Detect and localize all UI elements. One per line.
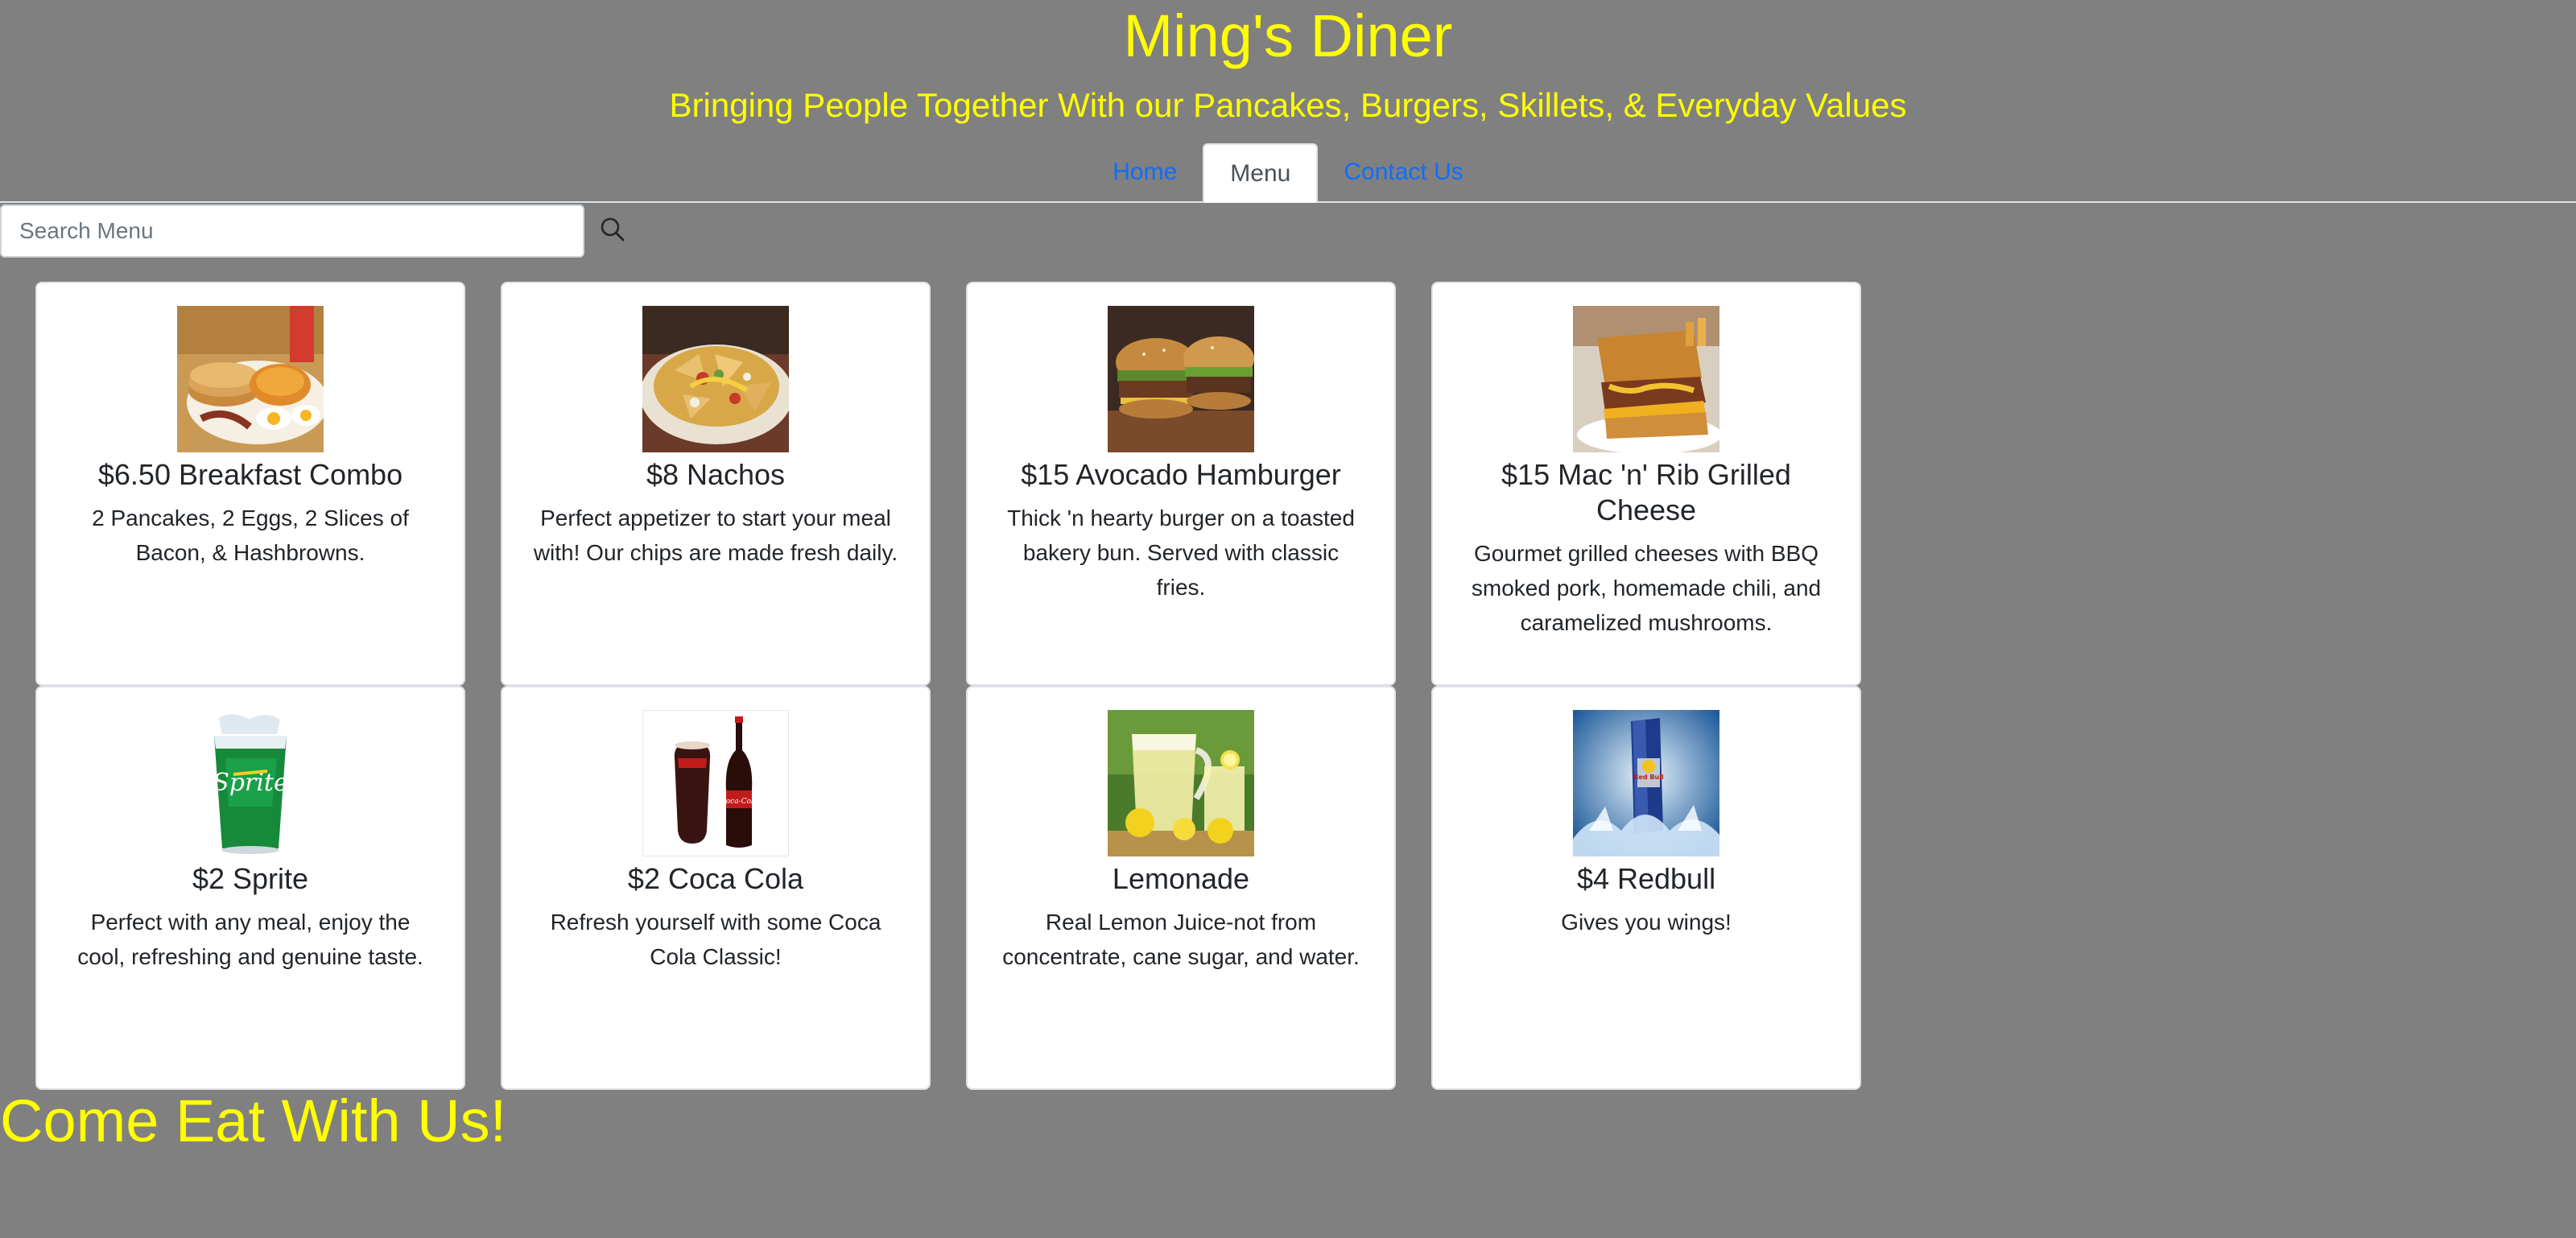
menu-grid: $6.50 Breakfast Combo 2 Pancakes, 2 Eggs…: [35, 282, 1861, 1090]
item-description: Perfect appetizer to start your meal wit…: [533, 506, 898, 565]
item-description: 2 Pancakes, 2 Eggs, 2 Slices of Bacon, &…: [92, 506, 409, 565]
hamburger-image: [1108, 306, 1254, 452]
site-title: Ming's Diner: [1123, 2, 1453, 69]
menu-card[interactable]: $15 Avocado Hamburger Thick 'n hearty bu…: [966, 282, 1396, 686]
coca-cola-image: Coca-Cola: [642, 710, 789, 856]
item-description: Refresh yourself with some Coca Cola Cla…: [550, 910, 881, 969]
footer-heading: Come Eat With Us!: [0, 1087, 507, 1154]
item-description: Gives you wings!: [1561, 910, 1732, 935]
tab-contact-us[interactable]: Contact Us: [1318, 143, 1488, 201]
nav-tabs: Home Menu Contact Us: [0, 143, 2576, 203]
menu-card[interactable]: $6.50 Breakfast Combo 2 Pancakes, 2 Eggs…: [35, 282, 465, 686]
breakfast-plate-image: [177, 306, 324, 452]
item-description: Real Lemon Juice-not from concentrate, c…: [1002, 910, 1360, 969]
menu-card[interactable]: Red Bull $4 Redbull Gives you wings!: [1431, 686, 1861, 1090]
search-input[interactable]: [0, 204, 584, 258]
page: Ming's Diner Bringing People Together Wi…: [0, 0, 2576, 1238]
nachos-image: [642, 306, 789, 452]
item-title: $6.50 Breakfast Combo: [97, 458, 403, 491]
search-icon: [599, 216, 626, 247]
tagline: Bringing People Together With our Pancak…: [669, 86, 1907, 124]
svg-text:Red Bull: Red Bull: [1633, 774, 1664, 781]
menu-card[interactable]: $15 Mac 'n' Rib Grilled Cheese Gourmet g…: [1431, 282, 1861, 686]
item-title: $15 Mac 'n' Rib Grilled Cheese: [1501, 458, 1791, 526]
menu-card[interactable]: $8 Nachos Perfect appetizer to start you…: [501, 282, 931, 686]
search-bar: [0, 204, 2576, 258]
item-title: $4 Redbull: [1576, 862, 1716, 895]
item-title: $15 Avocado Hamburger: [1021, 458, 1341, 491]
item-title: Lemonade: [1112, 862, 1250, 895]
menu-card[interactable]: Coca-Cola $2 Coca Cola Refresh yourself …: [501, 686, 931, 1090]
search-button[interactable]: [584, 204, 641, 258]
item-title: $8 Nachos: [646, 458, 786, 491]
lemonade-image: [1108, 710, 1254, 856]
svg-text:Coca-Cola: Coca-Cola: [720, 798, 758, 806]
menu-card[interactable]: Sprite $2 Sprite Perfect with any meal, …: [35, 686, 465, 1090]
grilled-cheese-image: [1573, 306, 1719, 452]
item-description: Gourmet grilled cheeses with BBQ smoked …: [1471, 541, 1822, 635]
sprite-cup-image: Sprite: [177, 710, 324, 856]
tab-menu[interactable]: Menu: [1203, 143, 1319, 203]
redbull-image: Red Bull: [1573, 710, 1719, 856]
item-description: Perfect with any meal, enjoy the cool, r…: [77, 910, 423, 969]
item-title: $2 Sprite: [192, 862, 309, 895]
item-title: $2 Coca Cola: [627, 862, 804, 895]
tab-home[interactable]: Home: [1087, 143, 1203, 201]
menu-card[interactable]: Lemonade Real Lemon Juice-not from conce…: [966, 686, 1396, 1090]
item-description: Thick 'n hearty burger on a toasted bake…: [1007, 506, 1355, 600]
